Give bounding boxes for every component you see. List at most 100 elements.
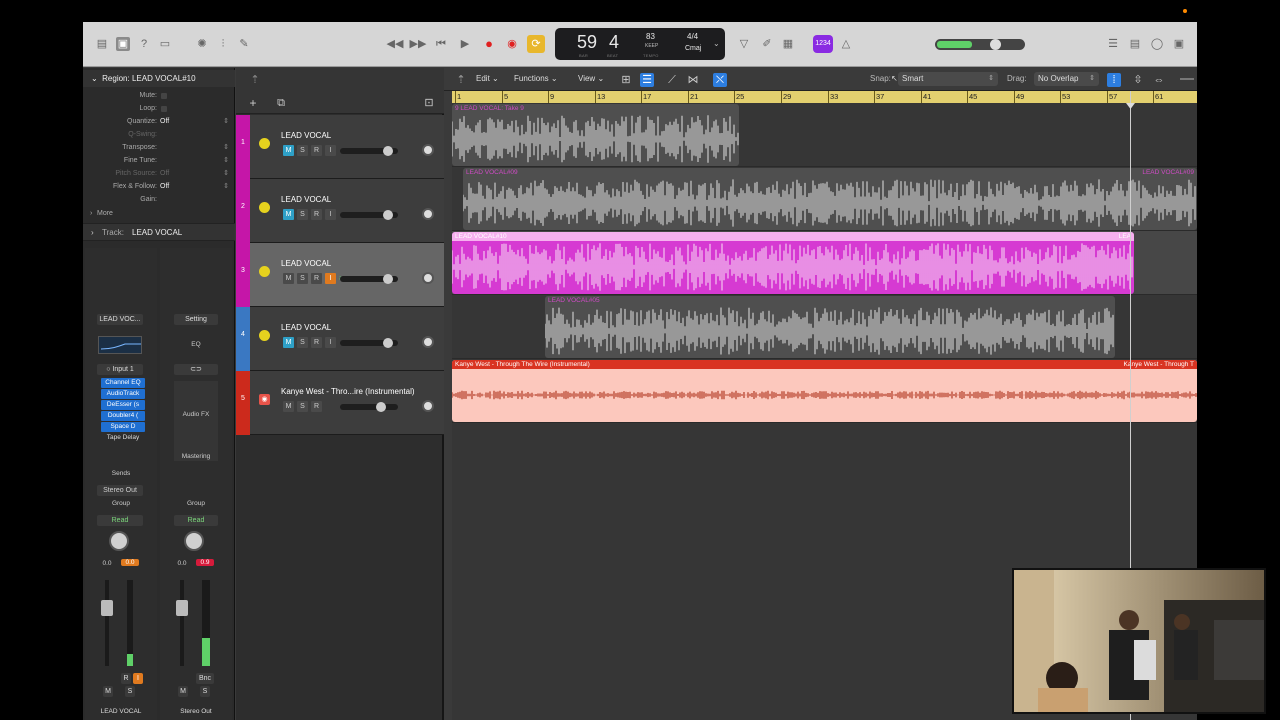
plugin-slot[interactable]: Space D: [101, 422, 145, 432]
eq-thumbnail[interactable]: [98, 336, 142, 354]
play-icon[interactable]: ▶: [458, 37, 472, 51]
audio-region[interactable]: 9 LEAD VOCAL: Take 9: [452, 104, 739, 166]
track-header-5[interactable]: 5 ◉ Kanye West - Thro...ire (Instrumental)…: [236, 371, 444, 435]
audio-fx-area[interactable]: Audio FX: [174, 381, 218, 461]
track-header-2[interactable]: 2 LEAD VOCAL M S R I: [236, 179, 444, 243]
track-volume-slider[interactable]: [340, 402, 398, 412]
lcd-display[interactable]: 59 4 BAR BEAT 83 KEEP TEMPO 4/4 Cmaj ⌄: [555, 28, 725, 60]
edit-menu[interactable]: Edit ⌄: [476, 74, 499, 83]
track-lane-3[interactable]: LEAD VOCAL#10 LEA: [452, 231, 1197, 295]
notepad-icon[interactable]: ▤: [1128, 37, 1142, 51]
fast-forward-icon[interactable]: ▶▶: [409, 37, 427, 51]
plugin-slot[interactable]: AudioTrack: [101, 389, 145, 399]
list-editors-icon[interactable]: ☰: [1106, 37, 1120, 51]
track-volume-knob[interactable]: [383, 210, 393, 220]
inspector-row[interactable]: Gain:: [83, 194, 235, 206]
updown-icon[interactable]: ⇕: [223, 168, 229, 180]
solo-button[interactable]: S: [297, 273, 308, 284]
audio-region[interactable]: LEAD VOCAL#10 LEA: [452, 232, 1134, 294]
track-header-4[interactable]: 4 LEAD VOCAL M S R I: [236, 307, 444, 371]
audio-region[interactable]: Kanye West - Through The Wire (Instrumen…: [452, 360, 1197, 422]
track-lane-1[interactable]: 9 LEAD VOCAL: Take 9: [452, 103, 1197, 167]
input-monitor-button[interactable]: I: [325, 145, 336, 156]
output-slot[interactable]: Stereo Out: [97, 485, 143, 496]
eq-label[interactable]: EQ: [174, 341, 218, 348]
audio-region[interactable]: LEAD VOCAL#09 LEAD VOCAL#09: [463, 168, 1197, 230]
track-name[interactable]: LEAD VOCAL: [281, 131, 331, 140]
pointer-crossfade-icon[interactable]: ⋈: [686, 73, 700, 87]
track-volume-slider[interactable]: [340, 274, 398, 284]
track-name[interactable]: LEAD VOCAL: [281, 259, 331, 268]
record-enable-button[interactable]: R: [311, 273, 322, 284]
updown-icon[interactable]: ⇕: [223, 116, 229, 128]
cycle-icon[interactable]: ⟳: [527, 35, 545, 53]
functions-menu[interactable]: Functions ⌄: [514, 74, 558, 83]
volume-fader[interactable]: [176, 600, 188, 616]
track-lane-2[interactable]: LEAD VOCAL#09 LEAD VOCAL#09: [452, 167, 1197, 231]
inspector-row[interactable]: Mute:: [83, 90, 235, 102]
input-monitor-button[interactable]: I: [133, 673, 143, 684]
solo-button[interactable]: S: [125, 686, 135, 697]
track-lane-5[interactable]: Kanye West - Through The Wire (Instrumen…: [452, 359, 1197, 423]
record-enable-button[interactable]: R: [311, 401, 322, 412]
drag-select[interactable]: No Overlap ⇕: [1034, 72, 1099, 86]
plugin-slot[interactable]: DeEsser (s: [101, 400, 145, 410]
mute-button[interactable]: M: [283, 209, 294, 220]
record-enable-button[interactable]: R: [311, 145, 322, 156]
track-volume-knob[interactable]: [383, 338, 393, 348]
track-pan-knob[interactable]: [422, 400, 434, 412]
view-menu[interactable]: View ⌄: [578, 74, 604, 83]
region-inspector-header[interactable]: ⌄ Region: LEAD VOCAL#10: [83, 70, 235, 87]
count-in-button[interactable]: 1234: [813, 35, 833, 53]
solo-button[interactable]: S: [200, 686, 210, 697]
track-inspector-header[interactable]: › Track: LEAD VOCAL: [83, 223, 235, 241]
checkbox[interactable]: [161, 106, 167, 112]
strip-setting-button[interactable]: LEAD VOC...: [97, 314, 143, 325]
mute-button[interactable]: M: [178, 686, 188, 697]
lcd-chevron-down-icon[interactable]: ⌄: [713, 39, 720, 48]
setting-button[interactable]: Setting: [174, 314, 218, 325]
list-view-icon[interactable]: ☰: [640, 73, 654, 87]
plugin-slot[interactable]: Channel EQ: [101, 378, 145, 388]
track-volume-knob[interactable]: [383, 274, 393, 284]
editors-icon[interactable]: ✎: [237, 37, 251, 51]
track-pan-knob[interactable]: [422, 336, 434, 348]
track-pan-knob[interactable]: [422, 272, 434, 284]
input-slot[interactable]: ○ Input 1: [97, 364, 143, 375]
track-pan-knob[interactable]: [422, 144, 434, 156]
solo-button[interactable]: S: [297, 209, 308, 220]
mute-button[interactable]: M: [283, 401, 294, 412]
inspector-row[interactable]: Transpose: ⇕: [83, 142, 235, 154]
track-lane-4[interactable]: LEAD VOCAL#05: [452, 295, 1197, 359]
capture-record-icon[interactable]: ◉: [505, 37, 519, 51]
browser-icon[interactable]: ▣: [1172, 37, 1186, 51]
track-name[interactable]: LEAD VOCAL: [281, 323, 331, 332]
record-enable-button[interactable]: R: [311, 209, 322, 220]
track-name[interactable]: LEAD VOCAL: [281, 195, 331, 204]
global-tracks-icon[interactable]: ⊡: [422, 96, 436, 110]
track-pan-knob[interactable]: [422, 208, 434, 220]
track-volume-slider[interactable]: [340, 146, 398, 156]
checkbox[interactable]: [161, 93, 167, 99]
track-volume-knob[interactable]: [376, 402, 386, 412]
more-toggle[interactable]: › More: [83, 208, 235, 220]
pencil-icon[interactable]: ✐: [760, 37, 774, 51]
library-icon[interactable]: ▤: [95, 37, 109, 51]
input-monitor-button[interactable]: I: [325, 209, 336, 220]
inspector-row[interactable]: Loop:: [83, 103, 235, 115]
inspector-row[interactable]: Quantize: Off ⇕: [83, 116, 235, 128]
loop-browser-icon[interactable]: ◯: [1150, 37, 1164, 51]
inspector-row[interactable]: Flex & Follow: Off ⇕: [83, 181, 235, 193]
input-monitor-button[interactable]: I: [325, 337, 336, 348]
track-header-3[interactable]: 3LEAD VOCALMSRI≡: [236, 243, 444, 307]
master-volume-slider[interactable]: [935, 39, 1025, 50]
mixer-icon[interactable]: ⫶: [216, 37, 230, 51]
track-volume-knob[interactable]: [383, 146, 393, 156]
record-icon[interactable]: ●: [482, 37, 496, 51]
flex-icon[interactable]: ⟋: [665, 73, 679, 87]
duplicate-track-icon[interactable]: ⧉: [274, 96, 288, 110]
input-monitor-button[interactable]: I: [325, 273, 336, 284]
solo-button[interactable]: S: [297, 145, 308, 156]
solo-button[interactable]: S: [297, 337, 308, 348]
record-enable-button[interactable]: R: [121, 673, 131, 684]
